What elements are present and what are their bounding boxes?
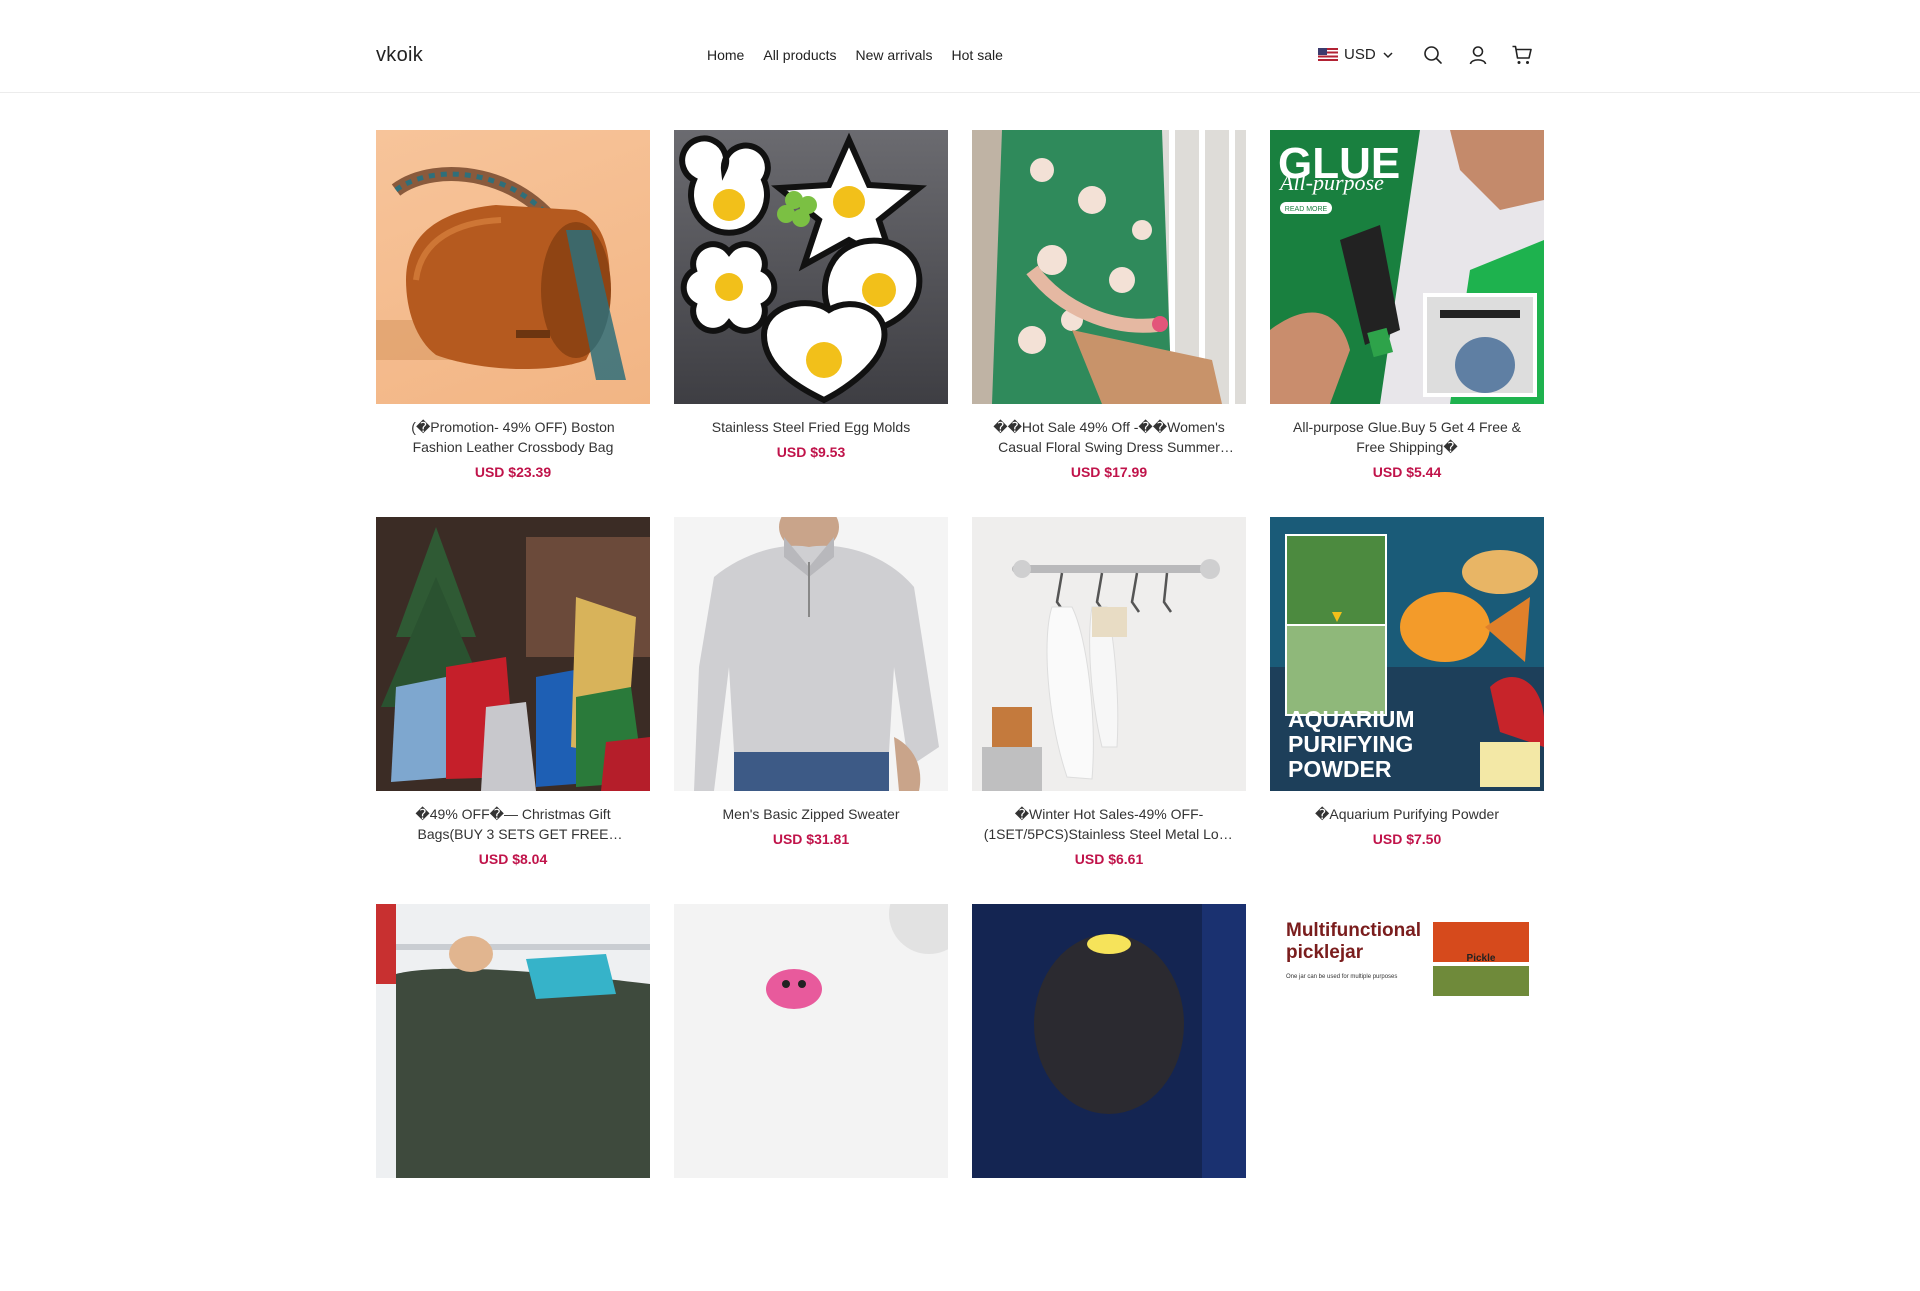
product-title[interactable]: All-purpose Glue.Buy 5 Get 4 Free & Free… — [1270, 417, 1544, 457]
product-grid: (�Promotion- 49% OFF) Boston Fashion Lea… — [376, 130, 1544, 1291]
product-title[interactable] — [1270, 1191, 1544, 1211]
main-nav: Home All products New arrivals Hot sale — [707, 47, 1003, 63]
product-image-bag[interactable] — [376, 130, 650, 404]
nav-new-arrivals[interactable]: New arrivals — [856, 47, 933, 63]
user-icon — [1469, 46, 1487, 65]
product-price: USD $6.61 — [1074, 851, 1144, 867]
account-button[interactable] — [1467, 44, 1489, 66]
product-price: USD $31.81 — [772, 831, 850, 847]
chevron-down-icon — [1383, 51, 1393, 58]
product-image-dress[interactable] — [972, 130, 1246, 404]
product-image-tail-clip[interactable] — [972, 517, 1246, 791]
product-card[interactable]: ��Hot Sale 49% Off -��Women's Casual Flo… — [972, 130, 1246, 517]
product-price: USD $23.39 — [474, 464, 552, 480]
product-image-pickle-jar[interactable]: Multifunctional picklejar One jar can be… — [1270, 904, 1544, 1178]
product-title[interactable] — [972, 1191, 1246, 1211]
product-title[interactable]: Stainless Steel Fried Egg Molds — [674, 417, 948, 437]
product-image-aquarium-powder[interactable]: AQUARIUM PURIFYING POWDER — [1270, 517, 1544, 791]
product-title[interactable] — [376, 1191, 650, 1211]
product-price: USD $7.50 — [1372, 831, 1442, 847]
product-card[interactable]: Stainless Steel Fried Egg Molds USD $9.5… — [674, 130, 948, 517]
product-price: USD $8.04 — [478, 851, 548, 867]
search-button[interactable] — [1422, 44, 1444, 66]
product-card[interactable] — [376, 904, 650, 1291]
product-card[interactable]: Multifunctional picklejar One jar can be… — [1270, 904, 1544, 1291]
pickle-tag: Pickle — [1467, 953, 1496, 964]
product-title[interactable]: �Aquarium Purifying Powder — [1270, 804, 1544, 824]
product-card[interactable]: (�Promotion- 49% OFF) Boston Fashion Lea… — [376, 130, 650, 517]
nav-home[interactable]: Home — [707, 47, 744, 63]
product-image-egg-molds[interactable] — [674, 130, 948, 404]
product-card[interactable]: Men's Basic Zipped Sweater USD $31.81 — [674, 517, 948, 904]
store-logo[interactable]: vkoik — [376, 44, 423, 67]
product-card[interactable] — [972, 904, 1246, 1291]
product-title[interactable]: Men's Basic Zipped Sweater — [674, 804, 948, 824]
search-icon — [1424, 46, 1442, 64]
nav-hot-sale[interactable]: Hot sale — [952, 47, 1003, 63]
product-card[interactable]: AQUARIUM PURIFYING POWDER �Aquarium Puri… — [1270, 517, 1544, 904]
product-image-sweater[interactable] — [674, 517, 948, 791]
aquarium-line-2: PURIFYING — [1288, 731, 1413, 757]
product-card[interactable]: �Winter Hot Sales-49% OFF-(1SET/5PCS)Sta… — [972, 517, 1246, 904]
product-title[interactable]: �49% OFF�— Christmas Gift Bags(BUY 3 SET… — [376, 804, 650, 844]
glue-subtitle-text: All-purpose — [1278, 170, 1384, 195]
product-title[interactable] — [674, 1191, 948, 1211]
product-card[interactable]: GLUE All-purpose READ MORE All-purpose G… — [1270, 130, 1544, 517]
currency-label: USD — [1344, 46, 1376, 63]
pickle-title-line-2: picklejar — [1286, 942, 1364, 963]
product-image-row3-2[interactable] — [674, 904, 948, 1178]
aquarium-line-1: AQUARIUM — [1288, 706, 1415, 732]
product-title[interactable]: �Winter Hot Sales-49% OFF-(1SET/5PCS)Sta… — [972, 804, 1246, 844]
cart-button[interactable] — [1511, 44, 1533, 66]
product-card[interactable]: �49% OFF�— Christmas Gift Bags(BUY 3 SET… — [376, 517, 650, 904]
pickle-title-line-1: Multifunctional — [1286, 920, 1421, 941]
product-image-gift-bags[interactable] — [376, 517, 650, 791]
pickle-subtitle: One jar can be used for multiple purpose… — [1286, 974, 1397, 980]
product-image-glue[interactable]: GLUE All-purpose READ MORE — [1270, 130, 1544, 404]
product-card[interactable] — [674, 904, 948, 1291]
product-image-row3-1[interactable] — [376, 904, 650, 1178]
product-price: USD $5.44 — [1372, 464, 1442, 480]
glue-read-more-text: READ MORE — [1285, 206, 1328, 213]
aquarium-line-3: POWDER — [1288, 756, 1392, 782]
product-price: USD $17.99 — [1070, 464, 1148, 480]
site-header: vkoik Home All products New arrivals Hot… — [0, 0, 1920, 93]
us-flag-icon — [1318, 48, 1338, 61]
currency-selector[interactable]: USD — [1318, 46, 1394, 63]
nav-all-products[interactable]: All products — [763, 47, 836, 63]
product-price: USD $9.53 — [776, 444, 846, 460]
product-title[interactable]: (�Promotion- 49% OFF) Boston Fashion Lea… — [376, 417, 650, 457]
cart-icon — [1512, 45, 1532, 64]
product-image-row3-3[interactable] — [972, 904, 1246, 1178]
product-title[interactable]: ��Hot Sale 49% Off -��Women's Casual Flo… — [972, 417, 1246, 457]
